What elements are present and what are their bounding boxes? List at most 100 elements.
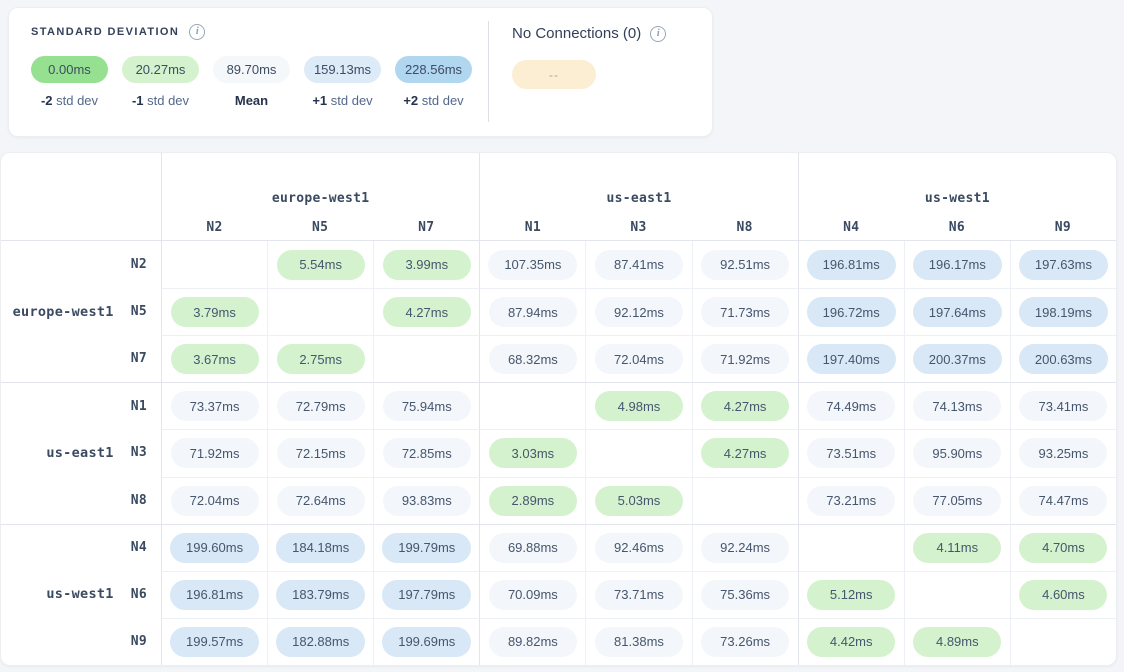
latency-cell-N4-col4: 92.46ms [585, 524, 691, 571]
legend-divider [488, 21, 489, 122]
latency-pill: 4.89ms [913, 627, 1001, 657]
latency-pill: 3.99ms [383, 250, 471, 280]
latency-cell-N5-col4: 92.12ms [585, 288, 691, 335]
row-node-label-N9: N9 [131, 634, 147, 649]
row-node-label-N4: N4 [131, 540, 147, 555]
latency-pill: 199.57ms [170, 627, 259, 657]
row-label-N1: N1 [1, 382, 161, 429]
latency-cell-N8-col6: 73.21ms [798, 477, 904, 524]
latency-cell-N1-col4: 4.98ms [585, 382, 691, 429]
latency-cell-N8-col0: 72.04ms [161, 477, 267, 524]
latency-cell-N7-col2 [373, 335, 479, 382]
latency-cell-N7-col3: 68.32ms [479, 335, 585, 382]
row-node-label-N1: N1 [131, 399, 147, 414]
latency-pill: 74.47ms [1019, 486, 1107, 516]
row-label-N5: europe-west1N5 [1, 288, 161, 335]
latency-pill: 92.12ms [595, 297, 683, 327]
legend-label-plus2: +2 std dev [395, 93, 472, 108]
latency-pill: 107.35ms [488, 250, 577, 280]
latency-cell-N2-col2: 3.99ms [373, 241, 479, 288]
latency-cell-N9-col2: 199.69ms [373, 618, 479, 665]
latency-cell-N7-col1: 2.75ms [267, 335, 373, 382]
column-node-header-N9: N9 [1010, 215, 1116, 241]
legend-labels: -2 std dev -1 std dev Mean +1 std dev +2… [31, 93, 472, 108]
latency-cell-N3-col1: 72.15ms [267, 429, 373, 476]
row-label-N3: us-east1N3 [1, 429, 161, 476]
latency-pill: 93.83ms [383, 486, 471, 516]
row-label-N4: N4 [1, 524, 161, 571]
latency-pill: 196.72ms [807, 297, 896, 327]
column-node-header-N4: N4 [798, 215, 904, 241]
latency-pill: 93.25ms [1019, 438, 1107, 468]
std-dev-info-icon[interactable]: i [189, 24, 205, 40]
column-node-header-N3: N3 [585, 215, 691, 241]
latency-pill: 199.69ms [382, 627, 471, 657]
latency-cell-N9-col7: 4.89ms [904, 618, 1010, 665]
latency-cell-N6-col2: 197.79ms [373, 571, 479, 618]
latency-pill: 71.73ms [701, 297, 789, 327]
no-connections-info-icon[interactable]: i [650, 26, 666, 42]
latency-cell-N4-col5: 92.24ms [692, 524, 798, 571]
latency-pill: 70.09ms [489, 580, 577, 610]
latency-cell-N2-col6: 196.81ms [798, 241, 904, 288]
latency-cell-N5-col5: 71.73ms [692, 288, 798, 335]
latency-pill: 73.71ms [595, 580, 683, 610]
latency-pill: 68.32ms [489, 344, 577, 374]
latency-pill: 75.36ms [701, 580, 789, 610]
column-node-header-N8: N8 [692, 215, 798, 241]
matrix-corner [1, 153, 161, 215]
column-region-header-us-west1: us-west1 [798, 153, 1116, 215]
latency-pill: 72.04ms [171, 486, 259, 516]
latency-cell-N5-col1 [267, 288, 373, 335]
latency-pill: 4.11ms [913, 533, 1001, 563]
row-label-N7: N7 [1, 335, 161, 382]
no-connections-title-row: No Connections (0) i [512, 25, 666, 42]
latency-cell-N4-col6 [798, 524, 904, 571]
latency-cell-N9-col3: 89.82ms [479, 618, 585, 665]
latency-pill: 87.41ms [595, 250, 683, 280]
latency-cell-N9-col0: 199.57ms [161, 618, 267, 665]
latency-matrix-card: europe-west1us-east1us-west1N2N5N7N1N3N8… [0, 152, 1117, 666]
latency-pill: 2.89ms [489, 486, 577, 516]
latency-cell-N1-col7: 74.13ms [904, 382, 1010, 429]
legend-pill-mean: 89.70ms [213, 56, 290, 83]
row-label-N6: us-west1N6 [1, 571, 161, 618]
latency-matrix: europe-west1us-east1us-west1N2N5N7N1N3N8… [1, 153, 1116, 665]
legend-card: STANDARD DEVIATION i 0.00ms 20.27ms 89.7… [8, 7, 713, 137]
latency-cell-N6-col3: 70.09ms [479, 571, 585, 618]
latency-cell-N8-col4: 5.03ms [585, 477, 691, 524]
legend-pills: 0.00ms 20.27ms 89.70ms 159.13ms 228.56ms [31, 56, 472, 83]
column-region-header-us-east1: us-east1 [479, 153, 797, 215]
latency-cell-N4-col7: 4.11ms [904, 524, 1010, 571]
matrix-header-spacer [1, 215, 161, 241]
latency-cell-N5-col8: 198.19ms [1010, 288, 1116, 335]
column-node-header-N6: N6 [904, 215, 1010, 241]
latency-pill: 197.64ms [913, 297, 1002, 327]
latency-pill: 72.79ms [277, 391, 365, 421]
no-connections-pill: -- [512, 60, 596, 89]
latency-cell-N2-col4: 87.41ms [585, 241, 691, 288]
latency-pill: 87.94ms [489, 297, 577, 327]
latency-cell-N3-col2: 72.85ms [373, 429, 479, 476]
latency-cell-N5-col0: 3.79ms [161, 288, 267, 335]
row-label-N9: N9 [1, 618, 161, 665]
latency-cell-N7-col7: 200.37ms [904, 335, 1010, 382]
latency-cell-N9-col5: 73.26ms [692, 618, 798, 665]
latency-cell-N5-col6: 196.72ms [798, 288, 904, 335]
latency-pill: 4.98ms [595, 391, 683, 421]
latency-pill: 74.13ms [913, 391, 1001, 421]
latency-pill: 72.85ms [383, 438, 471, 468]
latency-cell-N7-col4: 72.04ms [585, 335, 691, 382]
latency-cell-N1-col2: 75.94ms [373, 382, 479, 429]
column-node-header-N1: N1 [479, 215, 585, 241]
latency-pill: 183.79ms [276, 580, 365, 610]
latency-cell-N4-col0: 199.60ms [161, 524, 267, 571]
latency-pill: 75.94ms [383, 391, 471, 421]
latency-pill: 81.38ms [595, 627, 683, 657]
row-node-label-N2: N2 [131, 257, 147, 272]
latency-cell-N1-col6: 74.49ms [798, 382, 904, 429]
latency-cell-N8-col7: 77.05ms [904, 477, 1010, 524]
row-node-label-N7: N7 [131, 351, 147, 366]
latency-cell-N3-col8: 93.25ms [1010, 429, 1116, 476]
column-region-header-europe-west1: europe-west1 [161, 153, 479, 215]
